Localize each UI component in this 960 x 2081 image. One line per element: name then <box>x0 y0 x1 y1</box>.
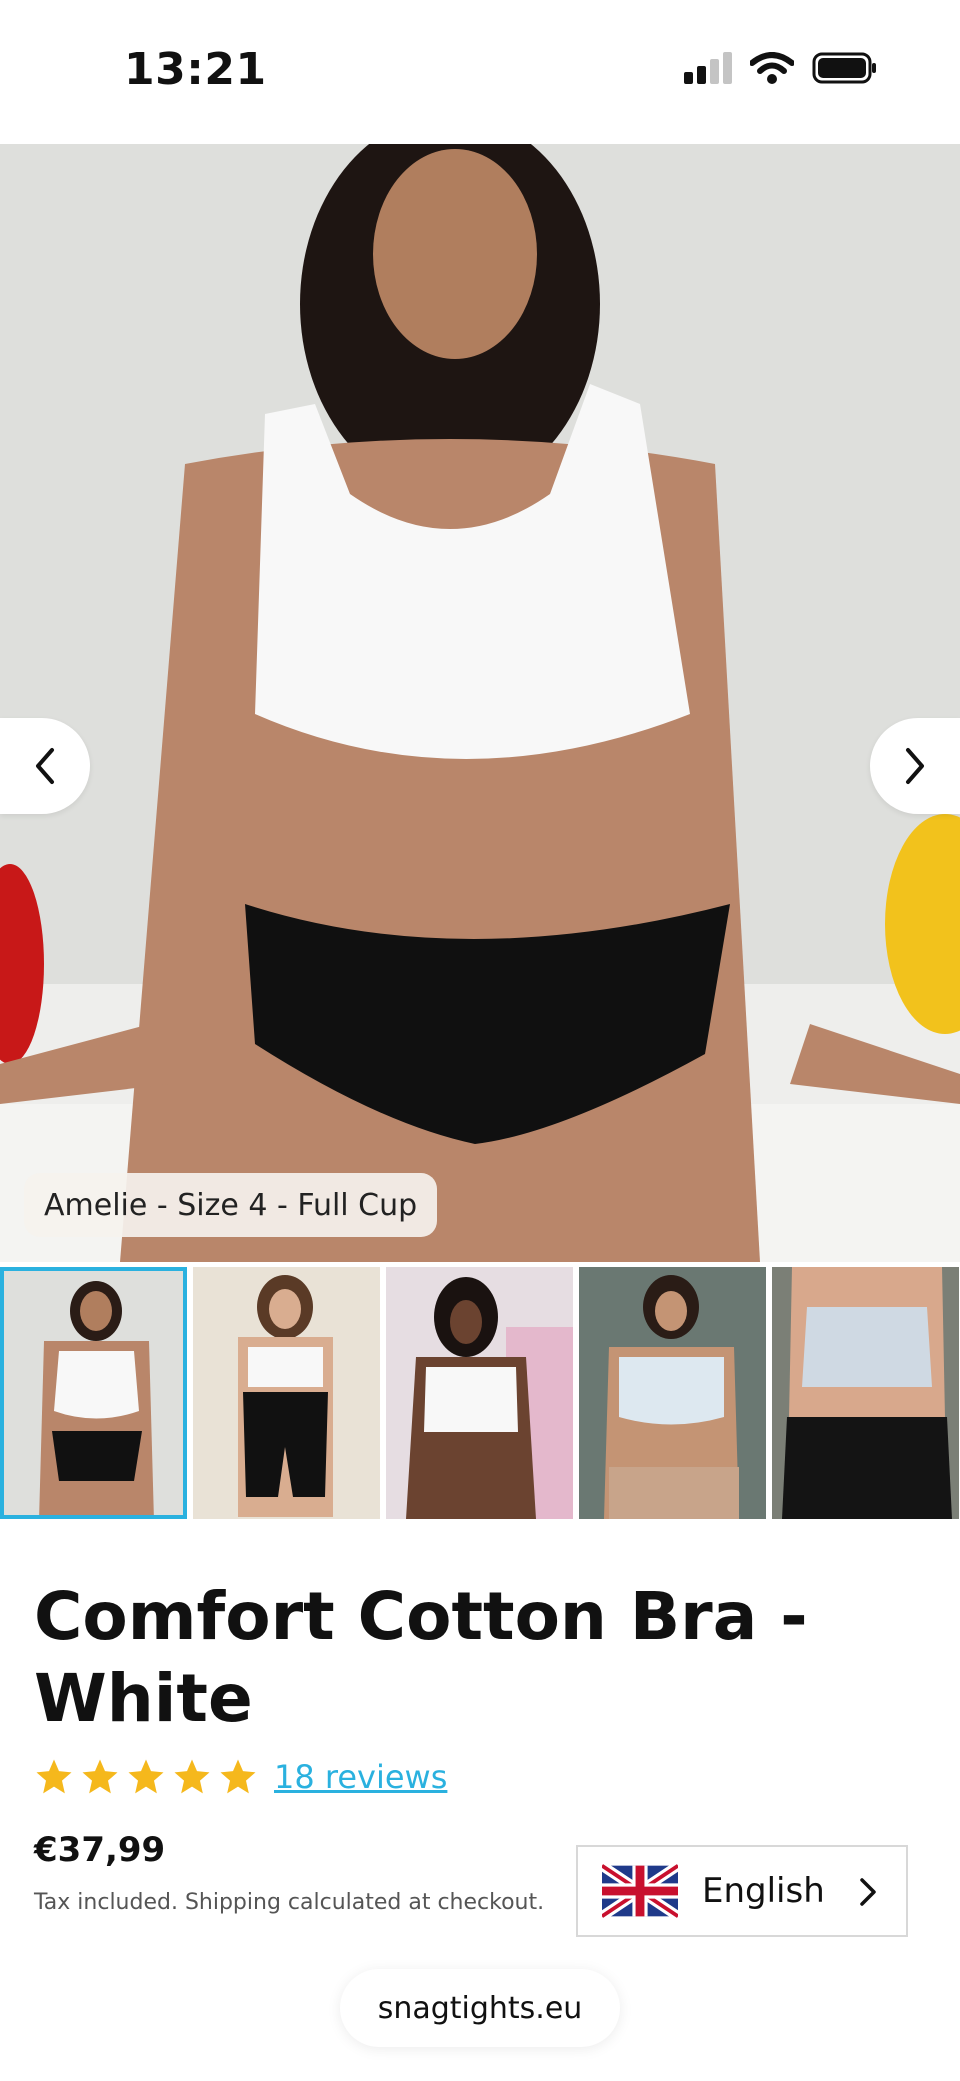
chevron-right-icon <box>860 1878 876 1906</box>
star-icon <box>36 1759 72 1794</box>
uk-flag-icon <box>602 1863 678 1919</box>
star-icon <box>82 1759 118 1794</box>
browser-url-bar[interactable]: snagtights.eu <box>340 1969 620 2047</box>
product-photo <box>0 144 960 1262</box>
thumbnail-2[interactable] <box>193 1267 380 1519</box>
product-price: €37,99 <box>34 1830 166 1870</box>
star-icon <box>174 1759 210 1794</box>
thumbnail-5[interactable] <box>772 1267 959 1519</box>
language-label: English <box>702 1871 825 1911</box>
next-image-button[interactable] <box>870 718 960 814</box>
signal-icon <box>684 52 732 84</box>
thumbnail-strip <box>0 1267 960 1519</box>
thumbnail-1[interactable] <box>0 1267 187 1519</box>
star-icon <box>128 1759 164 1794</box>
status-icons <box>684 52 878 84</box>
reviews-link[interactable]: 18 reviews <box>274 1758 447 1796</box>
chevron-left-icon <box>36 748 54 784</box>
language-selector[interactable]: English <box>576 1845 908 1937</box>
star-icon <box>220 1759 256 1794</box>
status-bar: 13:21 <box>0 0 960 144</box>
status-time: 13:21 <box>124 44 267 95</box>
image-caption: Amelie - Size 4 - Full Cup <box>24 1173 438 1237</box>
wifi-icon <box>750 52 794 84</box>
chevron-right-icon <box>906 748 924 784</box>
tax-note: Tax included. Shipping calculated at che… <box>34 1890 545 1915</box>
thumbnail-3[interactable] <box>386 1267 573 1519</box>
thumbnail-4[interactable] <box>579 1267 766 1519</box>
product-rating[interactable]: 18 reviews <box>34 1757 447 1797</box>
product-title: Comfort Cotton Bra - White <box>34 1578 808 1737</box>
battery-icon <box>812 52 876 84</box>
product-main-image[interactable] <box>0 144 960 1262</box>
